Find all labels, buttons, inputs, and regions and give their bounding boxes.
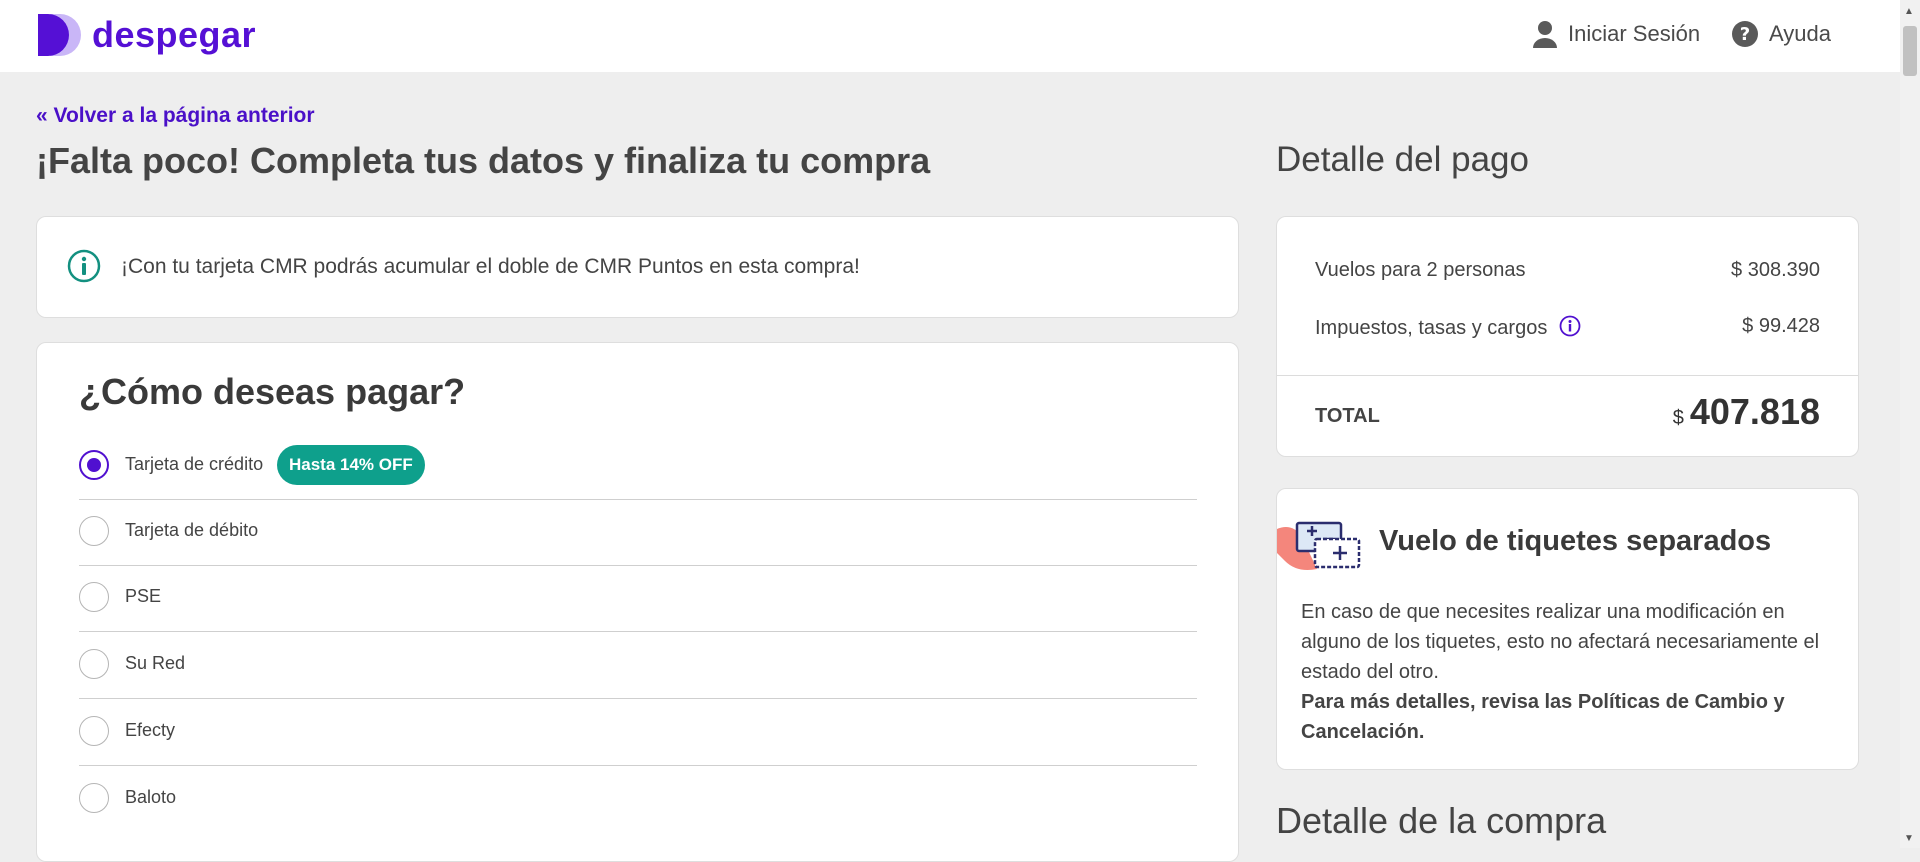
purchase-detail-title: Detalle de la compra [1276,800,1607,841]
tickets-body-text: En caso de que necesites realizar una mo… [1301,601,1820,683]
brand-name: despegar [92,14,257,55]
scrollbar[interactable]: ▲ ▼ [1900,0,1920,848]
taxes-amount: $ 99.428 [1742,315,1820,337]
despegar-logo[interactable]: despegar [36,10,256,60]
total-amount: $407.818 [1673,391,1820,433]
option-label: Tarjeta de crédito [125,454,264,474]
radio-pse[interactable] [79,582,109,612]
payment-option-credit-card[interactable]: Tarjeta de crédito Hasta 14% OFF [79,434,1197,500]
option-label: PSE [125,586,162,606]
flights-row: Vuelos para 2 personas $ 308.390 [1315,259,1820,282]
radio-baloto[interactable] [79,783,109,813]
top-header: despegar Iniciar Sesión ? Ayuda [0,0,1900,72]
scroll-up-icon[interactable]: ▲ [1904,6,1914,17]
banner-text: ¡Con tu tarjeta CMR podrás acumular el d… [121,255,860,278]
payment-option-debit-card[interactable]: Tarjeta de débito [79,500,1197,566]
info-icon [67,249,101,283]
radio-su-red[interactable] [79,649,109,679]
payment-title: ¿Cómo deseas pagar? [79,371,466,412]
help-label: Ayuda [1769,21,1831,46]
flights-label: Vuelos para 2 personas [1315,259,1526,281]
info-circle-icon[interactable] [1559,315,1581,337]
discount-badge: Hasta 14% OFF [277,445,425,485]
option-label: Tarjeta de débito [125,520,259,540]
login-button[interactable]: Iniciar Sesión [1532,20,1700,48]
taxes-label: Impuestos, tasas y cargos [1315,317,1548,339]
tickets-body: En caso de que necesites realizar una mo… [1301,597,1841,747]
payment-option-baloto[interactable]: Baloto [79,767,1197,833]
policies-link[interactable]: Para más detalles, revisa las Políticas … [1301,687,1841,747]
total-number: 407.818 [1689,391,1820,432]
user-icon [1533,21,1557,48]
total-label: TOTAL [1315,405,1380,427]
login-label: Iniciar Sesión [1568,21,1701,46]
radio-efecty[interactable] [79,716,109,746]
payment-methods-card: ¿Cómo deseas pagar? Tarjeta de crédito H… [36,342,1239,862]
help-button[interactable]: ? Ayuda [1731,20,1831,48]
payment-detail-title: Detalle del pago [1276,140,1529,179]
payment-option-su-red[interactable]: Su Red [79,633,1197,699]
help-icon: ? [1732,21,1758,47]
option-label: Baloto [125,787,177,807]
total-currency: $ [1672,407,1684,429]
radio-credit-card[interactable] [79,450,109,480]
option-label: Su Red [125,653,186,673]
page-title: ¡Falta poco! Completa tus datos y finali… [36,140,931,181]
scroll-thumb[interactable] [1903,26,1917,76]
payment-summary-card: Vuelos para 2 personas $ 308.390 Impuest… [1276,216,1859,457]
taxes-row: Impuestos, tasas y cargos $ 99.428 [1315,315,1820,340]
separate-tickets-card: Vuelo de tiquetes separados En caso de q… [1276,488,1859,770]
radio-debit-card[interactable] [79,516,109,546]
payment-option-efecty[interactable]: Efecty [79,700,1197,766]
payment-option-pse[interactable]: PSE [79,566,1197,632]
svg-text:?: ? [1740,24,1750,45]
summary-divider [1277,375,1858,376]
logo-mark-icon [38,14,81,56]
back-link[interactable]: « Volver a la página anterior [36,104,315,128]
tickets-title: Vuelo de tiquetes separados [1379,525,1772,557]
option-label: Efecty [125,720,176,740]
flights-amount: $ 308.390 [1731,259,1820,281]
tickets-icon [1277,521,1361,570]
cmr-info-banner: ¡Con tu tarjeta CMR podrás acumular el d… [36,216,1239,318]
scroll-down-icon[interactable]: ▼ [1904,833,1914,844]
